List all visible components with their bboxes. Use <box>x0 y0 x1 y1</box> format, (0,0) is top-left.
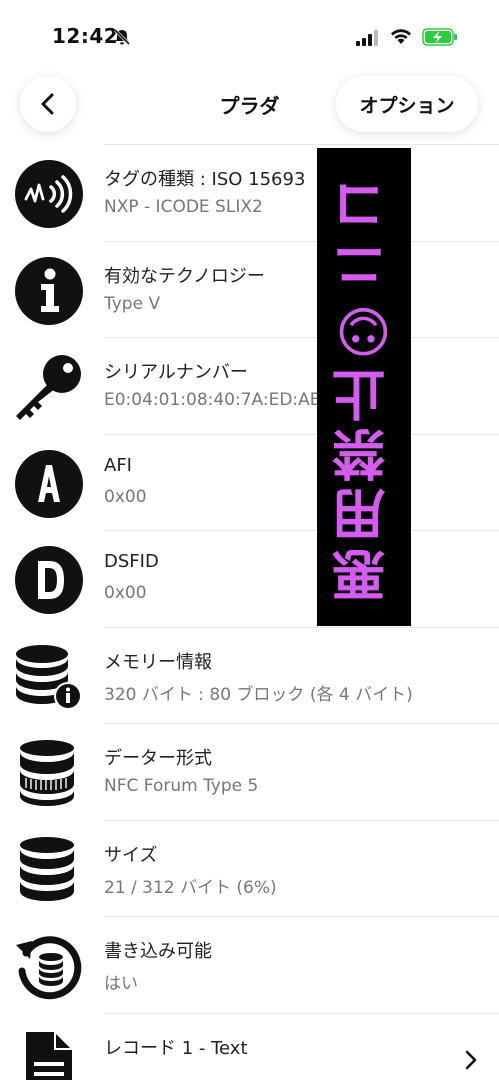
watermark-stamp: 悪用禁止☺ニコ <box>317 148 411 626</box>
row-value: 0x00 <box>104 486 147 507</box>
row-title: 書き込み可能 <box>104 941 212 962</box>
row-title: メモリー情報 <box>104 651 212 673</box>
list-item-size: サイズ 21 / 312 バイト (6%) <box>20 819 499 917</box>
row-title: サイズ <box>104 844 158 866</box>
wifi-icon <box>391 29 411 44</box>
battery-charging-icon <box>422 28 457 46</box>
list-item-tag-type: タグの種類 : ISO 15693 NXP - ICODE SLIX2 <box>15 144 499 241</box>
row-value: NFC Forum Type 5 <box>104 776 259 796</box>
signal-icon <box>356 30 378 46</box>
row-value: 21 / 312 バイト (6%) <box>104 877 277 898</box>
row-value: Type V <box>104 293 161 314</box>
row-value: はい <box>104 974 138 994</box>
list-item-dsfid: DSFID 0x00 <box>15 530 499 627</box>
list-item-afi: AFI 0x00 <box>15 433 499 531</box>
nfc-tag-icon <box>15 160 83 228</box>
row-title: レコード 1 - Text <box>104 1037 248 1059</box>
list-item-memory-info: メモリー情報 320 バイト : 80 ブロック (各 4 バイト) <box>16 626 499 724</box>
row-value: 0x00 <box>104 583 147 603</box>
document-icon <box>26 1031 72 1080</box>
database-icon <box>20 836 74 901</box>
letter-d-icon <box>15 546 83 614</box>
bell-slash-icon <box>113 28 131 46</box>
chevron-right-icon <box>465 1050 477 1069</box>
status-bar: 12:42 <box>0 0 499 70</box>
row-title: タグの種類 : ISO 15693 <box>104 169 306 190</box>
database-info-icon <box>16 644 82 710</box>
key-icon <box>16 355 81 420</box>
row-title: AFI <box>104 454 132 476</box>
tag-info-list: タグの種類 : ISO 15693 NXP - ICODE SLIX2 有効なテ… <box>0 144 499 1080</box>
options-button[interactable]: オプション <box>336 76 478 132</box>
list-item-record-1[interactable]: レコード 1 - Text <box>26 1012 499 1080</box>
list-item-technology: 有効なテクノロジー Type V <box>15 240 499 338</box>
row-value: E0:04:01:08:40:7A:ED:AB <box>104 390 322 410</box>
row-title: DSFID <box>104 551 159 572</box>
letter-a-icon <box>15 449 83 518</box>
list-item-serial-number: シリアルナンバー E0:04:01:08:40:7A:ED:AB <box>16 337 499 434</box>
writable-refresh-icon <box>16 936 82 1000</box>
row-value: NXP - ICODE SLIX2 <box>104 197 263 217</box>
nav-bar: プラダ オプション <box>0 70 499 142</box>
status-time: 12:42 <box>52 24 119 48</box>
database-format-icon <box>20 740 74 806</box>
row-title: データー形式 <box>104 748 212 769</box>
row-title: 有効なテクノロジー <box>104 265 265 287</box>
stamp-text: 悪用禁止☺ニコ <box>332 172 395 602</box>
row-title: シリアルナンバー <box>104 362 248 383</box>
list-item-writable: 書き込み可能 はい <box>16 916 499 1013</box>
list-item-data-format: データー形式 NFC Forum Type 5 <box>20 723 499 820</box>
info-icon <box>15 256 83 325</box>
row-value: 320 バイト : 80 ブロック (各 4 バイト) <box>104 684 413 705</box>
